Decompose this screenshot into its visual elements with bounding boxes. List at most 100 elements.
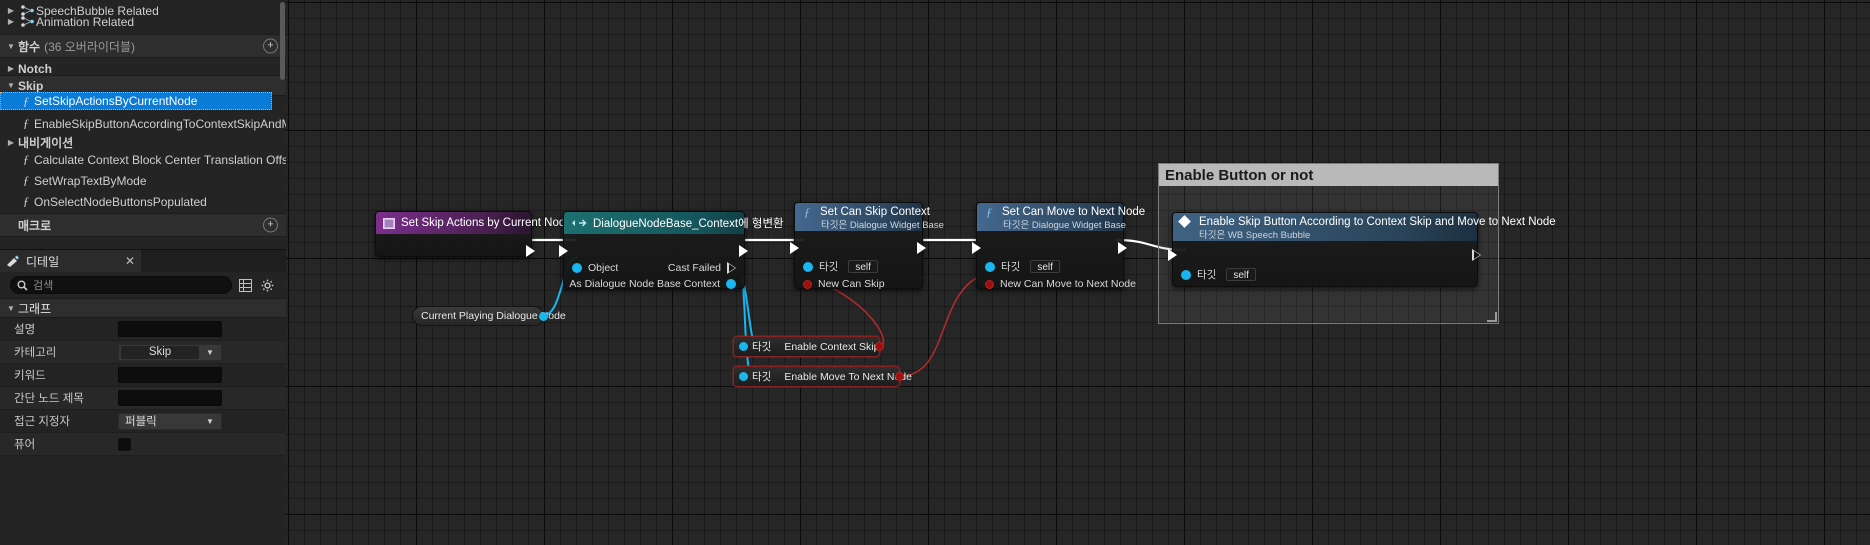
comment-resize-handle[interactable]	[1487, 312, 1497, 322]
pin-exec-in[interactable]	[972, 242, 981, 254]
node-set-skip-actions-by-current-node[interactable]: Set Skip Actions by Current Node	[375, 211, 572, 258]
description-field[interactable]	[118, 321, 222, 337]
node-set-can-move-to-next-node[interactable]: ƒ Set Can Move to Next Node 타깃은 Dialogue…	[972, 202, 1145, 290]
function-item-setskipactionsbycurrentnode[interactable]: ▶ ƒ SetSkipActionsByCurrentNode	[0, 92, 272, 110]
exec-pin-icon[interactable]	[739, 245, 748, 257]
object-pin-icon[interactable]	[739, 342, 748, 351]
target-self-value[interactable]: self	[1226, 268, 1256, 281]
pin-new-can-move-to-next-node-in[interactable]: New Can Move to Next Node	[985, 278, 1142, 290]
exec-pin-icon[interactable]	[727, 262, 736, 274]
node-cast-to-dialoguenodebase-context[interactable]: DialogueNodeBase_Context에 형변환 Object Cas…	[559, 211, 784, 290]
object-pin-icon[interactable]	[572, 263, 582, 273]
target-self-value[interactable]: self	[1030, 260, 1060, 273]
object-pin-icon[interactable]	[1181, 269, 1191, 280]
exec-pin-icon[interactable]	[1118, 242, 1127, 254]
tree-scrollbar[interactable]	[280, 2, 285, 80]
settings-gear-icon[interactable]	[259, 277, 276, 294]
pin-exec-in[interactable]	[1168, 249, 1177, 261]
comment-title[interactable]: Enable Button or not	[1159, 164, 1498, 186]
pin-target-in[interactable]: 타깃 self	[803, 259, 878, 274]
section-graph-label: 그래프	[18, 301, 52, 316]
node-enable-skip-button-according-to-context-skip[interactable]: Enable Skip Button According to Context …	[1168, 212, 1556, 287]
keywords-field[interactable]	[118, 367, 222, 383]
add-function-button[interactable]: +	[263, 38, 278, 54]
grid-view-icon[interactable]	[237, 277, 254, 294]
tree-item-label: Animation Related	[36, 14, 135, 29]
tab-details[interactable]: 디테일 ✕	[0, 250, 141, 272]
pin-exec-out[interactable]	[917, 242, 926, 254]
pin-exec-out[interactable]	[739, 245, 748, 257]
chevron-down-icon[interactable]: ▼	[4, 42, 18, 51]
bool-pin-icon[interactable]	[985, 279, 994, 289]
chevron-right-icon[interactable]: ▶	[4, 17, 18, 26]
object-pin-icon[interactable]	[539, 312, 548, 321]
chevron-down-icon[interactable]: ▼	[199, 417, 221, 426]
add-macro-button[interactable]: +	[263, 217, 278, 233]
details-panel: 디테일 ✕ 검색 ▼ 그래프 설명 카테고리 Skip ▼ 키워드 간단 노드 …	[0, 249, 286, 545]
exec-pin-icon[interactable]	[1472, 249, 1481, 261]
bool-pin-icon[interactable]	[875, 342, 884, 351]
function-item-setwraptextbymode[interactable]: ▶ ƒ SetWrapTextByMode	[0, 170, 286, 191]
pin-label: Cast Failed	[667, 262, 721, 274]
function-item-enableskipbutton[interactable]: ▶ ƒ EnableSkipButtonAccordingToContextSk…	[0, 113, 286, 134]
function-item-calculatecontextblock[interactable]: ▶ ƒ Calculate Context Block Center Trans…	[0, 149, 286, 170]
node-header: ƒ Set Can Skip Context 타깃은 Dialogue Widg…	[795, 203, 944, 231]
node-subtitle: 타깃은 Dialogue Widget Base	[1003, 219, 1126, 231]
object-pin-icon[interactable]	[985, 261, 995, 272]
section-graph[interactable]: ▼ 그래프	[0, 298, 286, 318]
node-enable-context-skip[interactable]: 타깃 Enable Context Skip	[733, 336, 884, 357]
chevron-down-icon[interactable]: ▼	[4, 81, 18, 90]
chevron-down-icon[interactable]: ▼	[199, 348, 221, 357]
target-self-value[interactable]: self	[848, 260, 878, 273]
pin-target-in[interactable]: 타깃 self	[1181, 267, 1256, 282]
pin-exec-out[interactable]	[1472, 249, 1481, 261]
section-functions-label: 함수	[18, 39, 41, 54]
exec-pin-icon[interactable]	[526, 245, 535, 257]
compact-node-title-field[interactable]	[118, 390, 222, 406]
pin-exec-out[interactable]	[526, 245, 535, 257]
pin-new-can-skip-in[interactable]: New Can Skip	[803, 278, 891, 290]
exec-pin-icon[interactable]	[972, 242, 981, 254]
tree-item-animation-related[interactable]: ▶ Animation Related	[0, 11, 286, 32]
blueprint-graph-canvas[interactable]: Enable Button or not Set Skip Actions by…	[286, 0, 1870, 545]
chevron-right-icon[interactable]: ▶	[4, 64, 18, 73]
access-specifier-dropdown[interactable]: 퍼블릭 ▼	[118, 412, 222, 430]
exec-pin-icon[interactable]	[559, 245, 568, 257]
node-body	[376, 234, 535, 258]
object-pin-icon[interactable]	[739, 372, 748, 381]
section-functions[interactable]: ▼ 함수 (36 오버라이더블) +	[0, 34, 286, 58]
pin-as-dialogue-node-base-context-out[interactable]: As Dialogue Node Base Context	[563, 278, 736, 290]
object-pin-icon[interactable]	[726, 279, 736, 289]
bool-node-label: Enable Context Skip	[784, 340, 880, 353]
function-icon: ƒ	[23, 93, 29, 108]
pin-exec-in[interactable]	[790, 242, 799, 254]
pin-object-in[interactable]: Object	[572, 262, 624, 274]
exec-pin-icon[interactable]	[917, 242, 926, 254]
node-enable-move-to-next-node[interactable]: 타깃 Enable Move To Next Node	[733, 366, 912, 387]
chevron-right-icon[interactable]: ▶	[4, 138, 18, 147]
function-item-label: SetWrapTextByMode	[34, 173, 147, 188]
chevron-down-icon[interactable]: ▼	[4, 304, 18, 313]
search-input[interactable]: 검색	[10, 276, 232, 294]
category-dropdown[interactable]: Skip ▼	[118, 343, 222, 361]
exec-pin-icon[interactable]	[1168, 249, 1177, 261]
exec-pin-icon[interactable]	[790, 242, 799, 254]
section-macros[interactable]: ▶ 매크로 +	[0, 213, 286, 237]
node-current-playing-dialogue-node[interactable]: Current Playing Dialogue Node	[412, 306, 566, 326]
object-pin-icon[interactable]	[803, 261, 813, 272]
property-label: 설명	[14, 324, 36, 336]
bool-pin-icon[interactable]	[895, 372, 904, 381]
bool-pin-icon[interactable]	[803, 279, 812, 289]
pin-exec-in[interactable]	[559, 245, 568, 257]
pin-cast-failed-out[interactable]: Cast Failed	[662, 262, 736, 274]
pure-checkbox[interactable]	[118, 437, 131, 451]
pin-target-in[interactable]: 타깃 self	[985, 259, 1060, 274]
svg-text:ƒ: ƒ	[804, 206, 810, 218]
node-set-can-skip-context[interactable]: ƒ Set Can Skip Context 타깃은 Dialogue Widg…	[790, 202, 944, 290]
property-label: 접근 지정자	[14, 416, 71, 428]
close-icon[interactable]: ✕	[125, 254, 135, 268]
my-blueprint-tree[interactable]: ▶ SpeechBubble Related ▶ Animation Relat…	[0, 0, 286, 248]
svg-text:ƒ: ƒ	[986, 206, 992, 218]
function-item-onselectnodebuttonspopulated[interactable]: ▶ ƒ OnSelectNodeButtonsPopulated	[0, 191, 286, 212]
pin-exec-out[interactable]	[1118, 242, 1127, 254]
